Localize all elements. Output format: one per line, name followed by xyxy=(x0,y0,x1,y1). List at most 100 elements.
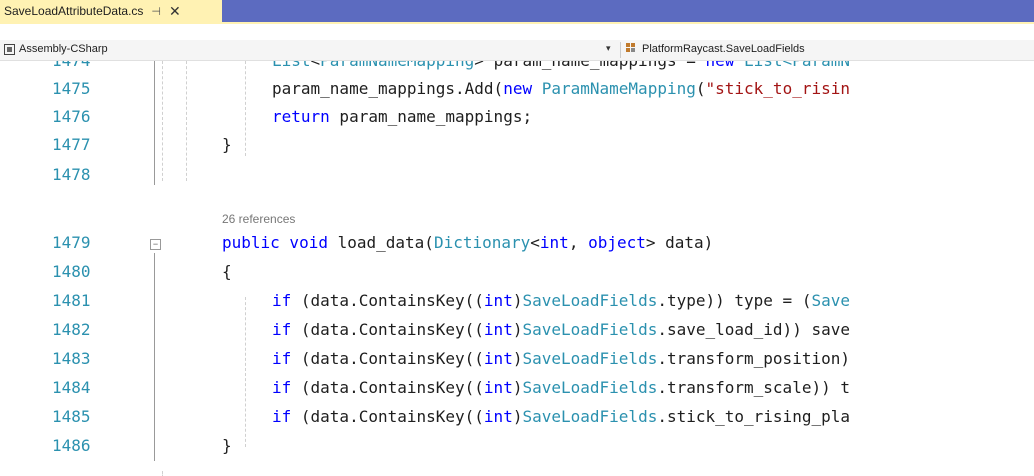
code-token: (data.ContainsKey(( xyxy=(291,378,484,397)
code-token: "stick_to_risin xyxy=(705,79,851,98)
code-token: ParamNameMapping xyxy=(320,61,474,70)
code-token: param_name_mappings; xyxy=(329,107,533,126)
code-token: object xyxy=(588,233,646,252)
code-token: } xyxy=(222,436,232,455)
code-line[interactable]: 1482 if (data.ContainsKey((int)SaveLoadFi… xyxy=(0,316,1034,348)
tab-filename: SaveLoadAttributeData.cs xyxy=(4,4,144,18)
code-token: < xyxy=(311,61,321,70)
code-token: if xyxy=(272,378,292,397)
code-token: < xyxy=(530,233,540,252)
line-number: 1481 xyxy=(52,291,91,310)
code-token: int xyxy=(539,233,569,252)
code-token: .save_load_id)) save xyxy=(657,320,850,339)
indent-guide xyxy=(162,471,163,476)
line-number: 1484 xyxy=(52,378,91,397)
line-number: 1482 xyxy=(52,320,91,339)
code-line[interactable]: 1479 public void load_data(Dictionary<int… xyxy=(0,229,1034,261)
code-token: SaveLoadFields xyxy=(522,320,658,339)
code-text: if (data.ContainsKey((int)SaveLoadFields… xyxy=(272,407,850,426)
code-token: .stick_to_rising_pla xyxy=(657,407,850,426)
code-token: int xyxy=(483,407,513,426)
member-name: PlatformRaycast.SaveLoadFields xyxy=(642,43,805,55)
navigation-bar: Assembly-CSharp ▾ PlatformRaycast.SaveLo… xyxy=(0,40,1034,61)
code-editor[interactable]: 26 references − 1474List<ParamNameMappin… xyxy=(0,61,1034,476)
code-token: (data.ContainsKey(( xyxy=(291,349,484,368)
code-text: param_name_mappings.Add(new ParamNameMap… xyxy=(272,79,850,98)
code-token: SaveLoadFields xyxy=(522,407,658,426)
code-token: int xyxy=(483,378,513,397)
code-text: public void load_data(Dictionary<int, ob… xyxy=(222,233,713,252)
code-token: > data) xyxy=(645,233,714,252)
line-number: 1480 xyxy=(52,262,91,281)
code-token: List<ParamN xyxy=(734,61,850,70)
line-number: 1486 xyxy=(52,436,91,455)
code-token: int xyxy=(483,320,513,339)
code-line[interactable]: 1484 if (data.ContainsKey((int)SaveLoadFi… xyxy=(0,374,1034,406)
code-token: SaveLoadFields xyxy=(522,378,658,397)
code-token: .type)) type = ( xyxy=(657,291,812,310)
code-line[interactable]: 1486} xyxy=(0,432,1034,464)
code-line[interactable]: 1485 if (data.ContainsKey((int)SaveLoadFi… xyxy=(0,403,1034,435)
code-token: ParamNameMapping xyxy=(532,79,696,98)
pin-icon[interactable]: ⊣ xyxy=(151,5,161,18)
code-token: SaveLoadFields xyxy=(522,291,658,310)
code-text: List<ParamNameMapping> param_name_mappin… xyxy=(272,61,850,70)
code-text: } xyxy=(222,135,232,154)
code-token: if xyxy=(272,349,292,368)
member-dropdown[interactable]: PlatformRaycast.SaveLoadFields xyxy=(626,43,805,55)
enum-member-icon xyxy=(626,43,638,55)
tab-bar: SaveLoadAttributeData.cs ⊣ ✕ xyxy=(0,0,1034,22)
code-line[interactable]: 1483 if (data.ContainsKey((int)SaveLoadFi… xyxy=(0,345,1034,377)
code-line[interactable]: 1480 { xyxy=(0,258,1034,290)
line-number: 1483 xyxy=(52,349,91,368)
code-token: (data.ContainsKey(( xyxy=(291,320,484,339)
project-dropdown[interactable]: Assembly-CSharp xyxy=(4,43,108,55)
code-token: Dictionary xyxy=(433,233,531,252)
code-line[interactable]: 1478 xyxy=(0,161,1034,193)
tab-saveloadattributedata[interactable]: SaveLoadAttributeData.cs ⊣ ✕ xyxy=(0,0,222,22)
codelens-references[interactable]: 26 references xyxy=(222,212,295,226)
code-token: load_data( xyxy=(327,233,434,252)
code-token: SaveLoadFields xyxy=(522,349,658,368)
code-text: if (data.ContainsKey((int)SaveLoadFields… xyxy=(272,320,850,339)
line-number: 1477 xyxy=(52,135,91,154)
code-token: return xyxy=(272,107,330,126)
code-token: (data.ContainsKey(( xyxy=(291,407,484,426)
code-text: return param_name_mappings; xyxy=(272,107,532,126)
code-line[interactable]: 1477} xyxy=(0,131,1034,163)
code-token: if xyxy=(272,407,292,426)
code-token: new xyxy=(705,61,734,70)
code-token: } xyxy=(222,135,232,154)
code-text: if (data.ContainsKey((int)SaveLoadFields… xyxy=(272,291,850,310)
code-token: if xyxy=(272,291,292,310)
chevron-down-icon[interactable]: ▾ xyxy=(606,43,611,54)
code-text: } xyxy=(222,436,232,455)
line-number: 1474 xyxy=(52,61,91,70)
line-number: 1485 xyxy=(52,407,91,426)
code-token: .transform_scale)) t xyxy=(657,378,850,397)
line-number: 1478 xyxy=(52,165,91,184)
tab-accent-line xyxy=(0,22,1034,24)
code-token: int xyxy=(483,291,513,310)
code-token: if xyxy=(272,320,292,339)
code-token: .transform_position) xyxy=(657,349,850,368)
code-line[interactable]: 1481 if (data.ContainsKey((int)SaveLoadFi… xyxy=(0,287,1034,319)
code-text: if (data.ContainsKey((int)SaveLoadFields… xyxy=(272,378,850,397)
code-token: > param_name_mappings = xyxy=(474,61,705,70)
code-text: { xyxy=(222,262,232,281)
code-token: param_name_mappings.Add( xyxy=(272,79,504,98)
code-token: { xyxy=(222,262,232,281)
code-token: Save xyxy=(811,291,850,310)
code-token: , xyxy=(568,233,589,252)
close-icon[interactable]: ✕ xyxy=(169,3,181,20)
code-token: List xyxy=(272,61,311,70)
code-token: new xyxy=(503,79,533,98)
code-token: int xyxy=(483,349,513,368)
project-name: Assembly-CSharp xyxy=(19,43,108,55)
line-number: 1475 xyxy=(52,79,91,98)
code-token: ( xyxy=(695,79,706,98)
project-icon xyxy=(4,43,15,55)
code-token: (data.ContainsKey(( xyxy=(291,291,484,310)
code-text: if (data.ContainsKey((int)SaveLoadFields… xyxy=(272,349,850,368)
line-number: 1479 xyxy=(52,233,91,252)
